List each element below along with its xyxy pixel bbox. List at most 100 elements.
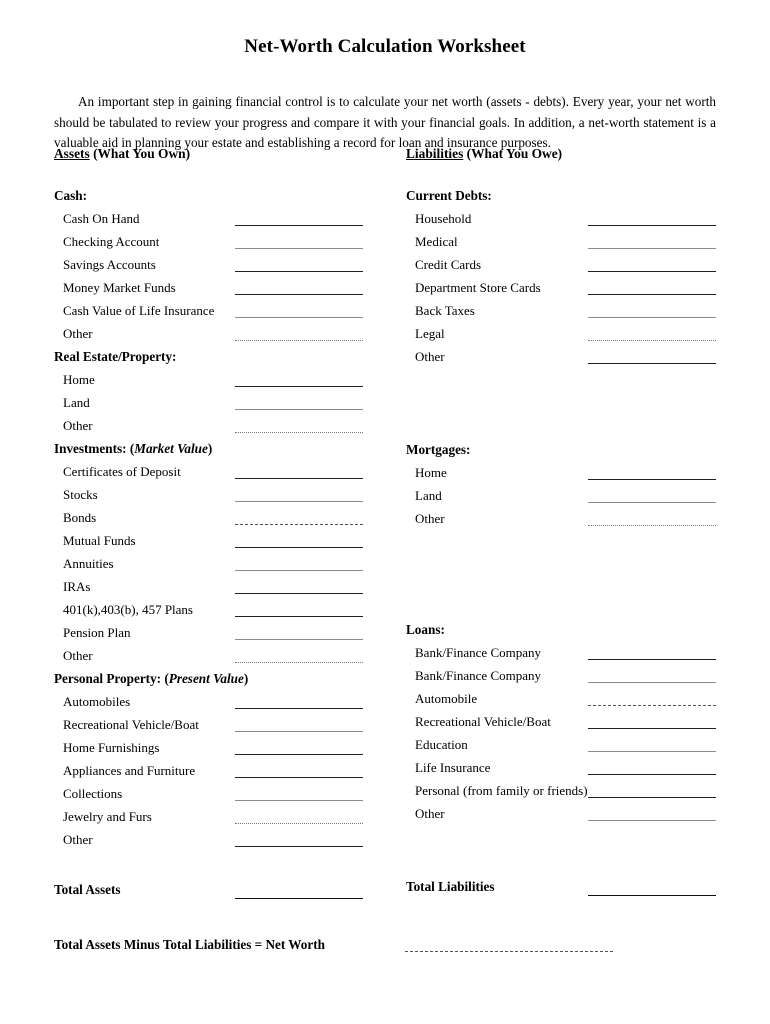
line-item-label: Other: [63, 648, 93, 663]
liabilities-column: Liabilities (What You Owe) Current Debts…: [406, 146, 716, 825]
line-item-label: Other: [415, 806, 445, 821]
line-item-blank[interactable]: [588, 728, 716, 729]
line-item-blank[interactable]: [588, 659, 716, 660]
line-item-label: Home Furnishings: [63, 740, 160, 755]
line-item-row: Bank/Finance Company: [406, 664, 716, 687]
total-liabilities-row: Total Liabilities: [406, 877, 495, 897]
line-item-blank[interactable]: [235, 823, 363, 824]
assets-heading-rest: (What You Own): [89, 146, 191, 161]
line-item-blank[interactable]: [588, 248, 716, 249]
line-item-row: Collections: [54, 782, 364, 805]
liabilities-heading: Liabilities (What You Owe): [406, 146, 716, 162]
line-item-row: Money Market Funds: [54, 276, 364, 299]
group-title: Mortgages:: [406, 442, 471, 457]
line-item-blank[interactable]: [588, 479, 716, 480]
line-item-blank[interactable]: [588, 363, 716, 364]
line-item-label: Mutual Funds: [63, 533, 136, 548]
line-item-label: Automobiles: [63, 694, 131, 709]
line-item-blank[interactable]: [235, 708, 363, 709]
line-item-label: Annuities: [63, 556, 114, 571]
net-worth-blank[interactable]: [405, 951, 613, 952]
line-item-blank[interactable]: [235, 616, 363, 617]
line-item-row: Jewelry and Furs: [54, 805, 364, 828]
line-item-blank[interactable]: [588, 797, 716, 798]
line-item-blank[interactable]: [235, 639, 363, 640]
group-title: Real Estate/Property:: [54, 349, 177, 364]
assets-groups: Cash: Cash On Hand Checking Account Savings…: [54, 184, 364, 851]
group-title: Loans:: [406, 622, 445, 637]
line-item-blank[interactable]: [588, 294, 716, 295]
group-title: Cash:: [54, 188, 87, 203]
line-item-blank[interactable]: [588, 774, 716, 775]
line-item-row: Other: [54, 644, 364, 667]
line-item-blank[interactable]: [588, 225, 716, 226]
line-item-blank[interactable]: [235, 593, 363, 594]
line-item-blank[interactable]: [235, 570, 363, 571]
group-2: Mortgages: Home Land Other: [406, 438, 716, 530]
liabilities-heading-underlined: Liabilities: [406, 146, 464, 161]
total-liabilities-blank[interactable]: [588, 895, 716, 896]
line-item-row: Pension Plan: [54, 621, 364, 644]
group-title-qualifier: Market Value: [134, 441, 208, 456]
line-item-label: 401(k),403(b), 457 Plans: [63, 602, 193, 617]
line-item-blank[interactable]: [588, 751, 716, 752]
line-item-row: Other: [406, 507, 716, 530]
line-item-blank[interactable]: [235, 524, 363, 525]
line-item-blank[interactable]: [588, 502, 716, 503]
paren-close: ): [243, 671, 249, 686]
line-item-label: Home: [415, 465, 447, 480]
line-item-blank[interactable]: [588, 525, 716, 526]
line-item-blank[interactable]: [235, 754, 363, 755]
line-item-label: Collections: [63, 786, 123, 801]
group-4: Personal Property: (Present Value) Automo…: [54, 667, 364, 851]
line-item-blank[interactable]: [588, 340, 716, 341]
line-item-blank[interactable]: [235, 547, 363, 548]
line-item-blank[interactable]: [235, 317, 363, 318]
line-item-label: Other: [63, 832, 93, 847]
worksheet-page: Net-Worth Calculation Worksheet An impor…: [0, 0, 770, 1024]
line-item-blank[interactable]: [235, 409, 363, 410]
line-item-label: Cash Value of Life Insurance: [63, 303, 215, 318]
total-assets-blank[interactable]: [235, 898, 363, 899]
line-item-blank[interactable]: [235, 432, 363, 433]
line-item-row: Recreational Vehicle/Boat: [406, 710, 716, 733]
line-item-label: Pension Plan: [63, 625, 131, 640]
group-title: Personal Property: (Present Value): [54, 667, 364, 690]
group-2: Real Estate/Property: Home Land Other: [54, 345, 364, 437]
line-item-label: Household: [415, 211, 472, 226]
line-item-blank[interactable]: [235, 294, 363, 295]
line-item-row: Education: [406, 733, 716, 756]
line-item-blank[interactable]: [235, 800, 363, 801]
line-item-row: Annuities: [54, 552, 364, 575]
line-item-row: Other: [406, 345, 716, 368]
line-item-blank[interactable]: [588, 682, 716, 683]
line-item-blank[interactable]: [235, 478, 363, 479]
line-item-row: Back Taxes: [406, 299, 716, 322]
group-title-text: Investments:: [54, 441, 130, 456]
line-item-blank[interactable]: [235, 501, 363, 502]
line-item-blank[interactable]: [588, 705, 716, 706]
line-item-blank[interactable]: [235, 777, 363, 778]
line-item-blank[interactable]: [235, 271, 363, 272]
line-item-row: Life Insurance: [406, 756, 716, 779]
line-item-blank[interactable]: [588, 820, 716, 821]
line-item-blank[interactable]: [235, 225, 363, 226]
line-item-blank[interactable]: [235, 248, 363, 249]
line-item-blank[interactable]: [235, 846, 363, 847]
line-item-blank[interactable]: [588, 271, 716, 272]
line-item-row: Personal (from family or friends): [406, 779, 716, 802]
line-item-blank[interactable]: [235, 662, 363, 663]
assets-heading-underlined: Assets: [54, 146, 90, 161]
line-item-row: Certificates of Deposit: [54, 460, 364, 483]
line-item-row: Bank/Finance Company: [406, 641, 716, 664]
line-item-blank[interactable]: [235, 340, 363, 341]
net-worth-label: Total Assets Minus Total Liabilities = N…: [54, 937, 325, 952]
line-item-label: Other: [415, 511, 445, 526]
line-item-row: Credit Cards: [406, 253, 716, 276]
line-item-blank[interactable]: [588, 317, 716, 318]
line-item-blank[interactable]: [235, 731, 363, 732]
line-item-label: Savings Accounts: [63, 257, 156, 272]
line-item-label: Personal (from family or friends): [415, 783, 588, 798]
line-item-blank[interactable]: [235, 386, 363, 387]
group-3: Investments: (Market Value) Certificates …: [54, 437, 364, 667]
